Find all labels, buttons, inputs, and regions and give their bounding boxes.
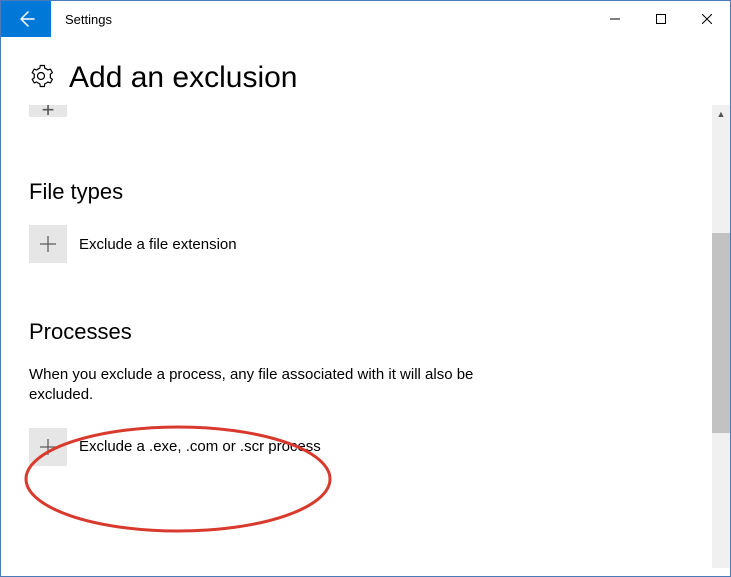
page-header: Add an exclusion [1, 37, 730, 105]
section-heading-processes: Processes [29, 319, 684, 345]
exclude-file-extension-label: Exclude a file extension [79, 236, 237, 253]
window-controls [592, 1, 730, 37]
plus-button [29, 225, 67, 263]
exclude-process-button[interactable]: Exclude a .exe, .com or .scr process [29, 428, 684, 466]
window-title: Settings [51, 1, 592, 37]
plus-icon [39, 438, 57, 456]
partial-add-button[interactable]: + [29, 105, 67, 117]
page-title: Add an exclusion [69, 61, 298, 95]
exclude-file-extension-button[interactable]: Exclude a file extension [29, 225, 684, 263]
plus-button [29, 428, 67, 466]
processes-description: When you exclude a process, any file ass… [29, 365, 529, 406]
minimize-button[interactable] [592, 1, 638, 37]
scrollbar-thumb[interactable] [712, 233, 730, 433]
exclude-process-label: Exclude a .exe, .com or .scr process [79, 438, 321, 455]
maximize-button[interactable] [638, 1, 684, 37]
back-button[interactable] [1, 1, 51, 37]
content-area: + File types Exclude a file extension Pr… [1, 105, 730, 568]
close-icon [702, 14, 712, 24]
gear-icon [29, 64, 53, 93]
close-button[interactable] [684, 1, 730, 37]
scroll-up-icon: ▲ [712, 105, 730, 123]
back-arrow-icon [16, 9, 36, 29]
scrollbar[interactable]: ▲ [712, 105, 730, 568]
minimize-icon [610, 14, 620, 24]
section-heading-file-types: File types [29, 179, 684, 205]
titlebar: Settings [1, 1, 730, 37]
scroll-area: + File types Exclude a file extension Pr… [1, 105, 712, 568]
maximize-icon [656, 14, 666, 24]
plus-icon [39, 235, 57, 253]
